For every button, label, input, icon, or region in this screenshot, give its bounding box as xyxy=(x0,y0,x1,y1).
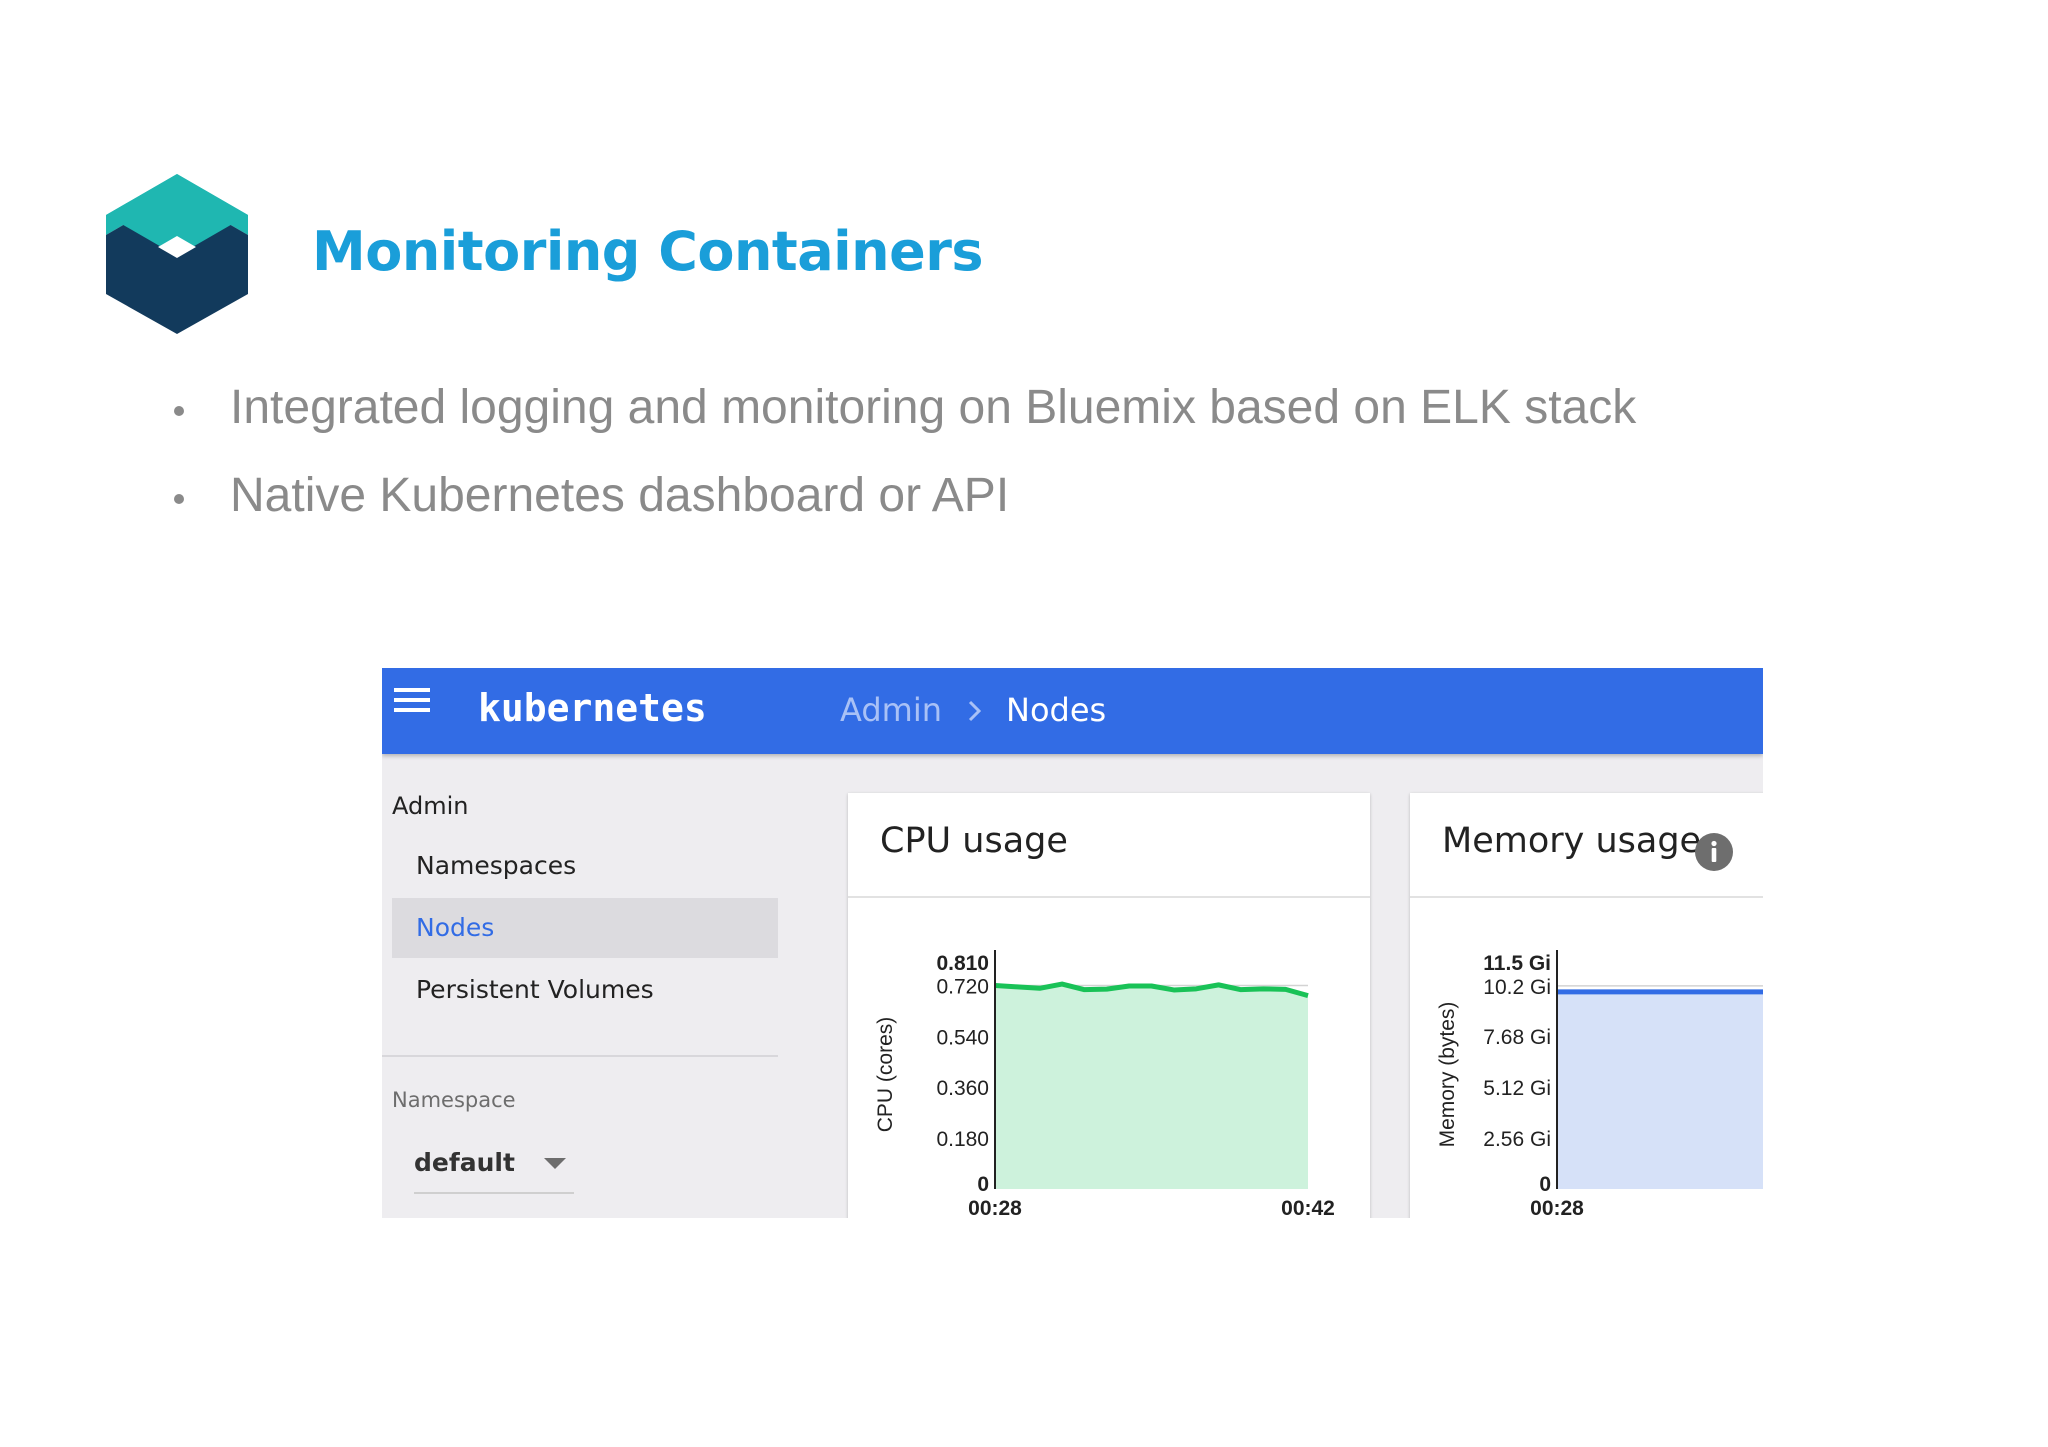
cpu-card-title: CPU usage xyxy=(880,821,1068,861)
namespace-value: default xyxy=(414,1148,515,1177)
y-axis-label: Memory (bytes) xyxy=(1436,1002,1459,1148)
namespace-select[interactable]: default xyxy=(414,1146,574,1194)
breadcrumb-admin-link[interactable]: Admin xyxy=(840,682,942,738)
stacked-cube-logo-icon xyxy=(106,174,248,334)
bullet-dot xyxy=(174,406,184,416)
dropdown-caret-icon xyxy=(544,1158,566,1169)
sidebar-item-nodes[interactable]: Nodes xyxy=(392,898,778,958)
bullet-item: Native Kubernetes dashboard or API xyxy=(170,468,1636,556)
kubernetes-dashboard-screenshot: kubernetes Admin Nodes Admin Namespaces … xyxy=(382,668,1763,1218)
y-tick-label: 0.810 xyxy=(936,952,989,975)
y-tick-label: 2.56 Gi xyxy=(1483,1128,1551,1151)
sidebar-divider xyxy=(382,1055,778,1057)
top-app-bar: kubernetes Admin Nodes xyxy=(382,668,1763,754)
y-axis-label: CPU (cores) xyxy=(874,1017,897,1133)
chevron-right-icon xyxy=(968,700,982,722)
y-tick-label: 5.12 Gi xyxy=(1483,1077,1551,1100)
x-tick-label: 00:28 xyxy=(968,1197,1022,1218)
y-tick-label: 7.68 Gi xyxy=(1483,1026,1551,1049)
y-tick-label: 10.2 Gi xyxy=(1483,976,1551,999)
sidebar-item-persistent-volumes[interactable]: Persistent Volumes xyxy=(392,960,778,1020)
memory-usage-card: Memory usage 11.5 Gi 10.2 Gi 7.68 Gi 5.12 G… xyxy=(1410,793,1763,1218)
namespace-label: Namespace xyxy=(392,1088,516,1112)
y-tick-label: 0.360 xyxy=(936,1077,989,1100)
y-tick-label: 11.5 Gi xyxy=(1483,952,1551,975)
sidebar-item-namespaces[interactable]: Namespaces xyxy=(392,836,778,896)
bullet-list: Integrated logging and monitoring on Blu… xyxy=(170,380,1636,556)
series-area xyxy=(995,984,1308,1189)
x-tick-label: 00:42 xyxy=(1281,1197,1335,1218)
cpu-usage-chart: 0.8100.720 0.540 0.360 0.180 000:28 00:42 CPU … xyxy=(874,950,1335,1218)
bullet-text: Integrated logging and monitoring on Blu… xyxy=(230,381,1637,434)
info-icon[interactable] xyxy=(1695,833,1733,871)
memory-card-title: Memory usage xyxy=(1442,821,1702,861)
y-tick-label: 0.180 xyxy=(936,1128,989,1151)
breadcrumb-current: Nodes xyxy=(1006,691,1107,729)
x-tick-label: 00:28 xyxy=(1530,1197,1584,1218)
hamburger-menu-icon[interactable] xyxy=(394,688,430,716)
bullet-item: Integrated logging and monitoring on Blu… xyxy=(170,380,1636,468)
bullet-text: Native Kubernetes dashboard or API xyxy=(230,469,1010,522)
cpu-usage-card: CPU usage 0.810 0.720 0.540 0.360 0.180 0 00:2… xyxy=(848,793,1370,1218)
brand-name[interactable]: kubernetes xyxy=(478,678,707,738)
bullet-dot xyxy=(174,494,184,504)
series-area xyxy=(1557,991,1763,1189)
sidebar-section-admin[interactable]: Admin xyxy=(392,792,469,820)
y-tick-label: 0.540 xyxy=(936,1026,989,1049)
slide-title: Monitoring Containers xyxy=(312,220,984,283)
y-tick-label: 0 xyxy=(977,1173,989,1196)
y-tick-label: 0.720 xyxy=(936,975,989,998)
y-tick-label: 0 xyxy=(1539,1173,1551,1196)
memory-usage-chart: 11.5 Gi10.2 Gi 7.68 Gi 5.12 Gi 2.56 Gi 000:2… xyxy=(1436,950,1763,1218)
